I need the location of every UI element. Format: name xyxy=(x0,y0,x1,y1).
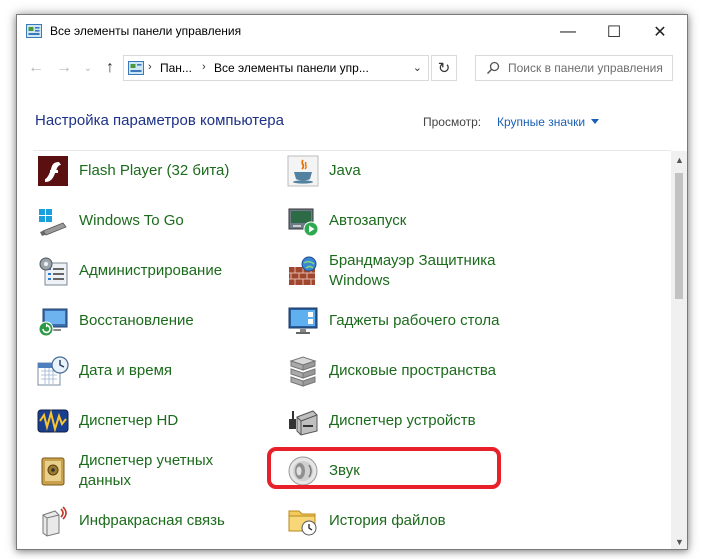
highlight-annotation xyxy=(267,447,501,489)
close-button[interactable]: ✕ xyxy=(637,15,683,49)
view-label: Просмотр: xyxy=(423,115,482,129)
page-title: Настройка параметров компьютера xyxy=(35,112,284,129)
windows-to-go-icon xyxy=(39,209,67,236)
item-label[interactable]: Автозапуск xyxy=(329,211,406,231)
control-panel-icon xyxy=(26,24,42,38)
search-input[interactable] xyxy=(508,59,668,77)
item-label-line1[interactable]: Диспетчер учетных xyxy=(79,452,213,469)
item-infrared[interactable]: Инфракрасная связь xyxy=(37,501,267,541)
scroll-down-arrow-icon[interactable]: ▼ xyxy=(675,537,684,547)
item-label-line1[interactable]: Брандмауэр Защитника xyxy=(329,252,495,269)
item-label-line2[interactable]: Windows xyxy=(329,272,390,289)
search-box[interactable] xyxy=(475,55,673,81)
minimize-button[interactable]: — xyxy=(545,15,591,49)
java-icon xyxy=(287,155,319,187)
window-title: Все элементы панели управления xyxy=(50,24,242,38)
item-windows-to-go[interactable]: Windows To Go xyxy=(37,201,267,241)
date-time-icon xyxy=(37,356,69,386)
address-dropdown-icon[interactable]: ⌄ xyxy=(413,61,422,74)
breadcrumb-separator[interactable]: › xyxy=(148,61,152,73)
recent-locations-button[interactable]: ⌄ xyxy=(77,55,99,81)
up-button[interactable]: ↑ xyxy=(99,55,121,81)
administrative-tools-icon xyxy=(39,257,68,286)
item-label[interactable]: Диспетчер устройств xyxy=(329,411,476,431)
item-label[interactable]: История файлов xyxy=(329,511,446,531)
file-history-icon xyxy=(288,510,317,536)
infrared-icon xyxy=(42,506,67,537)
forward-button[interactable]: → xyxy=(53,55,75,81)
breadcrumb-separator[interactable]: › xyxy=(202,61,206,73)
view-mode-value[interactable]: Крупные значки xyxy=(497,115,585,129)
breadcrumb-control-panel[interactable]: Пан... xyxy=(160,61,192,75)
item-label[interactable]: Инфракрасная связь xyxy=(79,511,225,531)
item-autoplay[interactable]: Автозапуск xyxy=(287,201,517,241)
item-firewall[interactable]: Брандмауэр Защитника Windows xyxy=(287,251,517,291)
item-flash-player[interactable]: Flash Player (32 бита) xyxy=(37,151,267,191)
item-device-manager[interactable]: Диспетчер устройств xyxy=(287,401,517,441)
hd-audio-manager-icon xyxy=(37,409,69,433)
item-java[interactable]: Java xyxy=(287,151,517,191)
item-desktop-gadgets[interactable]: Гаджеты рабочего стола xyxy=(287,301,517,341)
device-manager-icon xyxy=(289,410,318,436)
flash-player-icon xyxy=(38,156,68,186)
item-hd-audio-manager[interactable]: Диспетчер HD xyxy=(37,401,267,441)
item-administrative-tools[interactable]: Администрирование xyxy=(37,251,267,291)
autoplay-icon xyxy=(288,208,319,237)
address-bar[interactable]: › Пан... › Все элементы панели упр... ⌄ xyxy=(123,55,429,81)
recovery-icon xyxy=(38,308,68,337)
item-label[interactable]: Дата и время xyxy=(79,361,172,381)
view-mode-dropdown[interactable]: Крупные значки xyxy=(497,115,600,129)
item-file-history[interactable]: История файлов xyxy=(287,501,517,541)
item-label[interactable]: Гаджеты рабочего стола xyxy=(329,311,499,331)
item-label[interactable]: Java xyxy=(329,161,361,181)
item-label[interactable]: Дисковые пространства xyxy=(329,361,496,381)
item-credential-manager[interactable]: Диспетчер учетных данных xyxy=(37,451,267,491)
scroll-up-arrow-icon[interactable]: ▲ xyxy=(675,155,684,165)
item-date-time[interactable]: Дата и время xyxy=(37,351,267,391)
control-panel-window: Все элементы панели управления — ☐ ✕ ← →… xyxy=(16,14,688,550)
chevron-down-icon[interactable] xyxy=(591,119,600,124)
credential-manager-icon xyxy=(41,457,65,486)
control-panel-icon xyxy=(128,61,144,75)
breadcrumb-all-items[interactable]: Все элементы панели упр... xyxy=(214,61,369,75)
item-label[interactable]: Брандмауэр Защитника Windows xyxy=(329,251,495,291)
title-bar[interactable]: Все элементы панели управления — ☐ ✕ xyxy=(17,15,687,49)
scrollbar-thumb[interactable] xyxy=(675,173,683,299)
item-label[interactable]: Администрирование xyxy=(79,261,222,281)
item-recovery[interactable]: Восстановление xyxy=(37,301,267,341)
storage-spaces-icon xyxy=(289,356,317,387)
item-label[interactable]: Диспетчер учетных данных xyxy=(79,451,213,491)
firewall-icon xyxy=(289,256,317,285)
item-storage-spaces[interactable]: Дисковые пространства xyxy=(287,351,517,391)
item-label-line2[interactable]: данных xyxy=(79,472,131,489)
maximize-button[interactable]: ☐ xyxy=(591,15,637,49)
item-label[interactable]: Windows To Go xyxy=(79,211,184,231)
back-button[interactable]: ← xyxy=(25,55,47,81)
vertical-scrollbar[interactable]: ▲ ▼ xyxy=(671,151,687,549)
item-label[interactable]: Восстановление xyxy=(79,311,194,331)
desktop-gadgets-icon xyxy=(288,307,318,334)
search-icon xyxy=(486,61,500,75)
item-label[interactable]: Диспетчер HD xyxy=(79,411,178,431)
item-label[interactable]: Flash Player (32 бита) xyxy=(79,161,229,181)
refresh-button[interactable]: ↻ xyxy=(431,55,457,81)
